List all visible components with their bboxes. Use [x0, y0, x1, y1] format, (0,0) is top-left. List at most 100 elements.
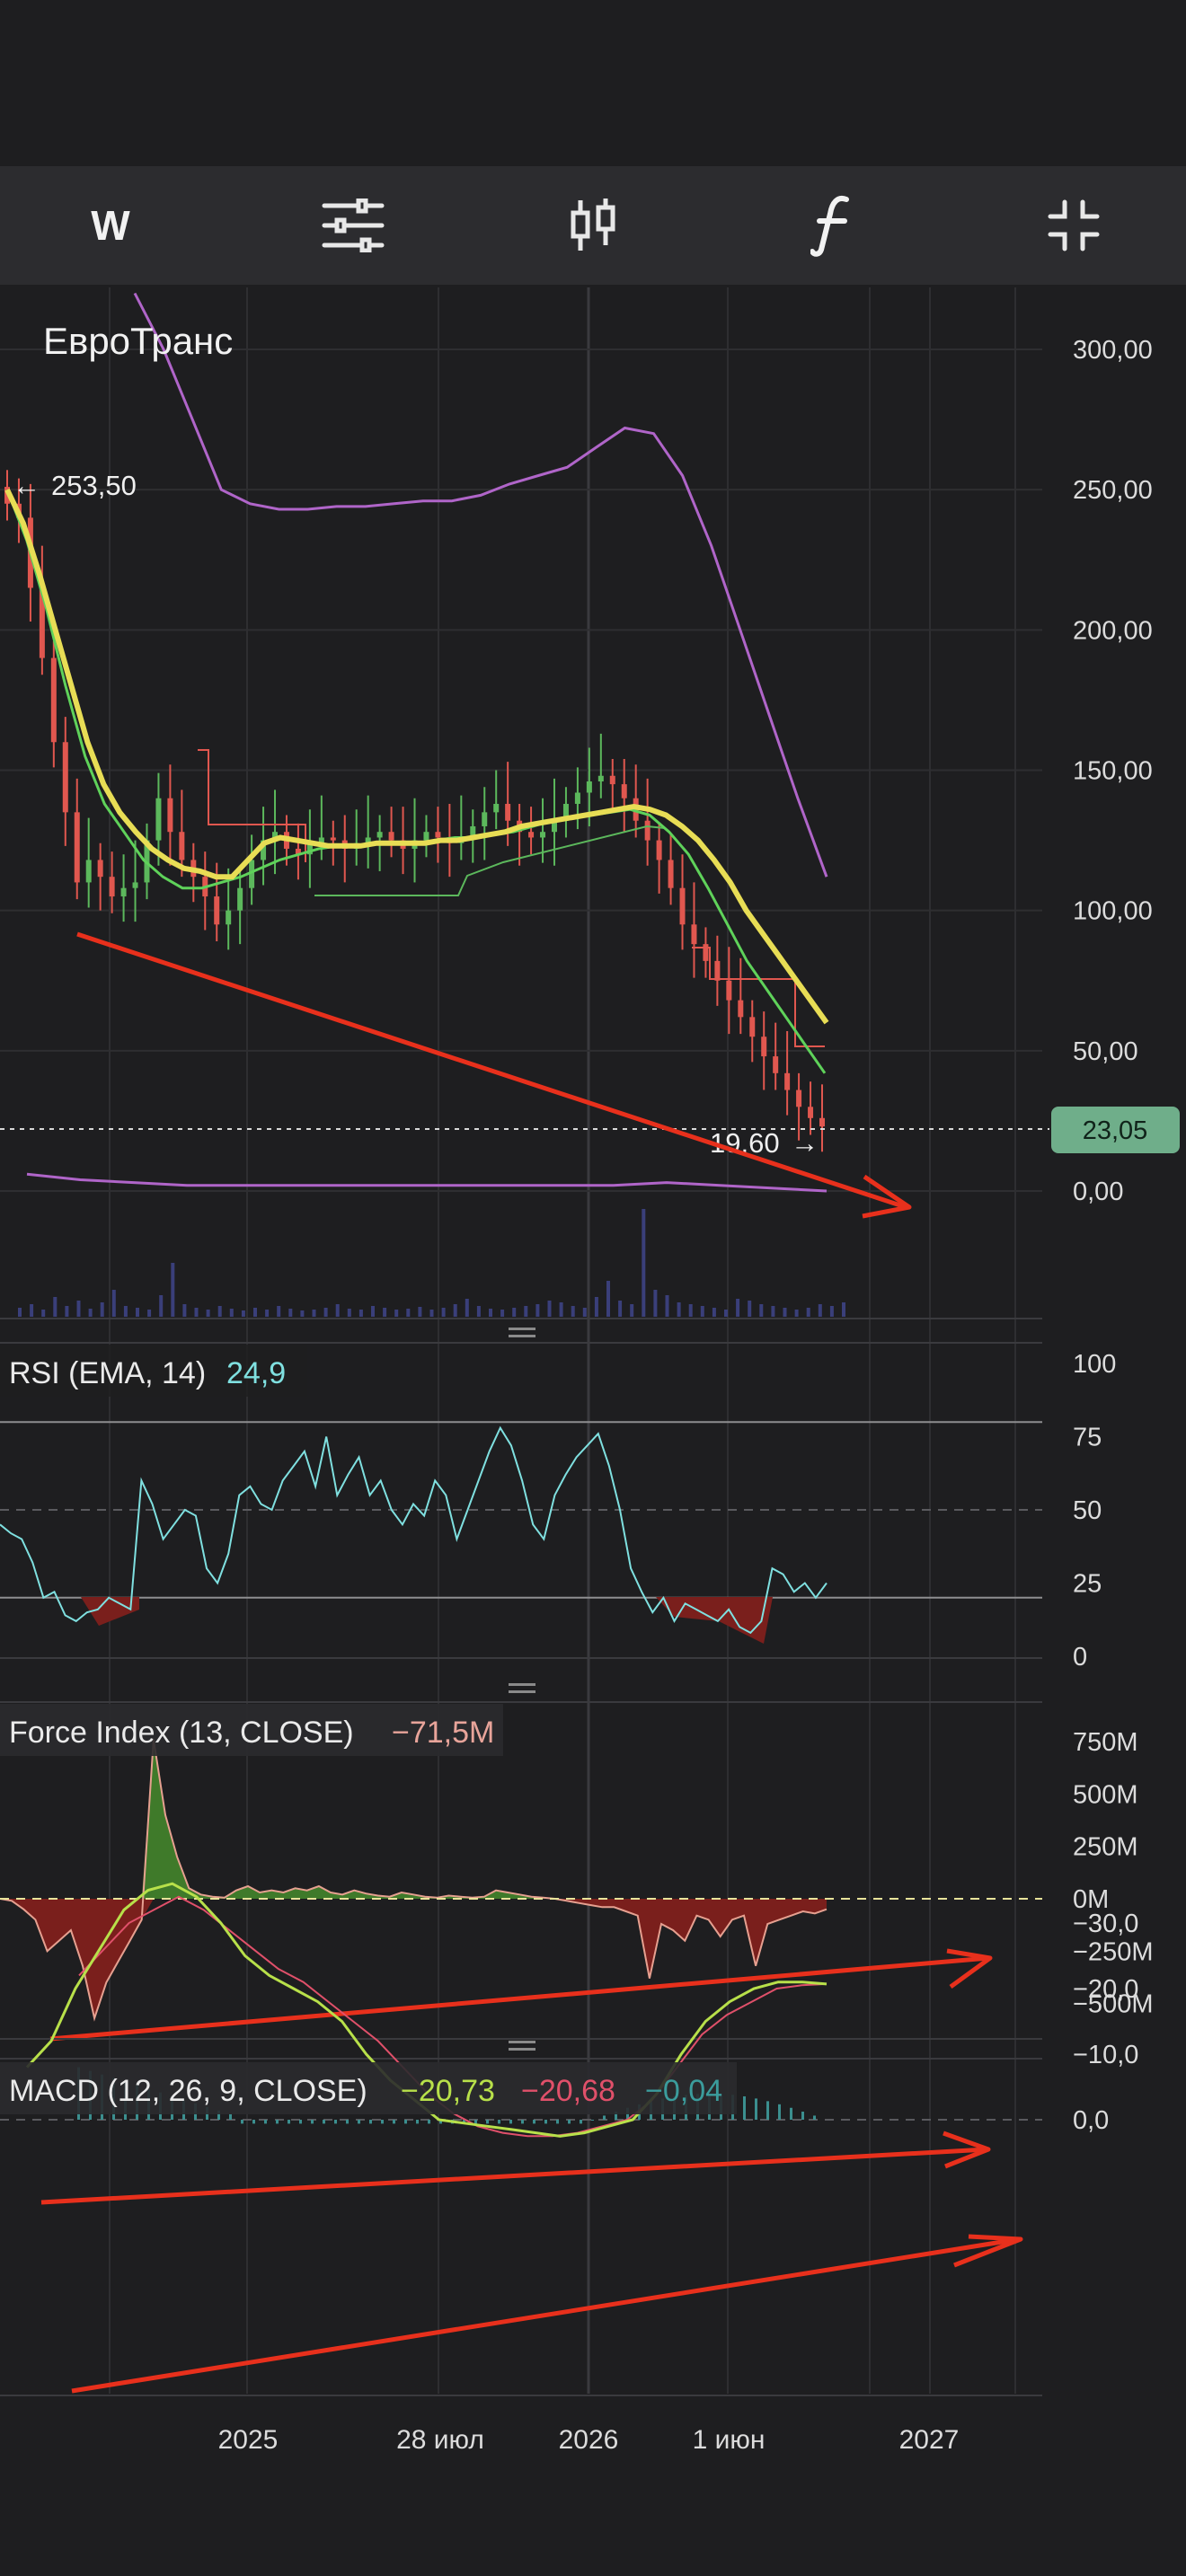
volume-bar — [323, 1308, 328, 1317]
volume-bar — [241, 1310, 245, 1317]
candle — [703, 927, 709, 978]
macd-histogram-value: −0,04 — [645, 2074, 722, 2108]
force-value: −71,5M — [392, 1716, 494, 1750]
volume-bar — [818, 1304, 822, 1317]
volume-bar — [136, 1308, 139, 1317]
volume-bar — [688, 1304, 693, 1317]
candle — [435, 807, 441, 863]
fullscreen-toggle-button[interactable] — [1015, 166, 1132, 285]
candle-body — [714, 960, 721, 981]
price-axis-tick: 150,00 — [1073, 757, 1153, 786]
candle — [691, 882, 697, 978]
price-axis-tick: 100,00 — [1073, 897, 1153, 926]
indicators-icon — [810, 196, 849, 257]
x-axis-tick: 2026 — [559, 2425, 619, 2455]
macd-histogram-bar — [299, 2120, 302, 2124]
volume-bar — [441, 1308, 446, 1317]
volume-bar — [829, 1306, 834, 1317]
candle-body — [214, 896, 220, 925]
macd-axis-tick: −20,0 — [1073, 1975, 1138, 2004]
volume-bar — [288, 1309, 293, 1317]
interval-button[interactable]: W — [52, 166, 169, 285]
volume-bar — [159, 1295, 164, 1317]
chart-area[interactable]: 300,00 250,00 200,00 150,00 100,00 50,00 0,00 2… — [0, 285, 1186, 2576]
macd-histogram-bar — [486, 2120, 489, 2124]
candle — [62, 717, 68, 846]
candle — [574, 767, 580, 830]
candle-body — [540, 832, 546, 838]
candle — [482, 787, 488, 860]
force-axis-tick: −250M — [1073, 1937, 1153, 1966]
volume-bar — [453, 1304, 457, 1317]
volume-bar — [547, 1301, 552, 1317]
volume-bar — [489, 1309, 492, 1317]
chart-toolbar: W — [0, 166, 1186, 285]
chart-canvas[interactable]: 300,00250,00200,00150,00100,0050,000,002… — [0, 285, 1186, 2576]
volume-bar — [842, 1302, 845, 1317]
volume-bar — [429, 1310, 434, 1317]
price-axis-tick: 250,00 — [1073, 476, 1153, 505]
settings-sliders-icon — [322, 198, 385, 252]
candle — [412, 798, 418, 883]
macd-histogram-bar — [556, 2120, 559, 2124]
macd-histogram-bar — [755, 2098, 757, 2120]
candle — [318, 795, 324, 860]
volume-bar — [794, 1310, 799, 1317]
candle — [85, 817, 92, 908]
candle-body — [237, 887, 243, 911]
volume-bar — [394, 1310, 399, 1317]
candle-body — [773, 1056, 779, 1073]
macd-histogram-bar — [603, 2115, 606, 2120]
candle-body — [796, 1090, 802, 1107]
macd-histogram-bar — [521, 2120, 524, 2124]
price-axis-tick: 300,00 — [1073, 336, 1153, 365]
volume-bar — [383, 1308, 387, 1317]
chart-type-button[interactable] — [535, 166, 651, 285]
candle-body — [388, 832, 394, 841]
pane-resize-handle — [509, 2041, 535, 2043]
volume-bar — [406, 1309, 411, 1317]
volume-bar — [53, 1297, 58, 1317]
candles-icon — [571, 198, 615, 251]
candle-body — [132, 882, 138, 888]
candle — [517, 803, 523, 866]
volume-bar — [783, 1308, 787, 1317]
x-axis-tick: 28 июл — [396, 2425, 484, 2455]
candle — [784, 1030, 791, 1116]
volume-bar — [65, 1306, 69, 1317]
x-axis-tick: 2025 — [218, 2425, 279, 2455]
force-line — [0, 1739, 828, 2022]
indicators-button[interactable] — [774, 166, 891, 285]
volume-bar — [759, 1304, 764, 1317]
macd-axis-tick: −10,0 — [1073, 2041, 1138, 2069]
volume-bar — [630, 1304, 634, 1317]
candle — [423, 815, 429, 858]
candle — [773, 1022, 779, 1090]
candle-body — [330, 837, 336, 841]
candle-body — [493, 803, 500, 813]
candle-body — [423, 832, 429, 841]
volume-bar — [500, 1310, 505, 1317]
macd-histogram-bar — [591, 2120, 594, 2121]
macd-histogram-bar — [323, 2120, 325, 2124]
volume-bar — [300, 1310, 305, 1317]
candle-body — [120, 887, 127, 897]
candle — [597, 733, 604, 798]
candle-body — [738, 1000, 744, 1018]
pane-resize-handle — [509, 2048, 535, 2051]
trend-arrowhead-macd-lower — [953, 2234, 1023, 2268]
pane-resize-handle — [509, 1335, 535, 1337]
candle — [249, 834, 255, 905]
candle-body — [621, 784, 627, 798]
candle-body — [74, 812, 80, 883]
candle — [738, 957, 744, 1035]
volume-bar — [206, 1310, 210, 1317]
macd-label: MACD (12, 26, 9, CLOSE) — [9, 2074, 367, 2108]
candle-body — [505, 803, 511, 821]
chart-settings-button[interactable] — [295, 166, 412, 285]
candle-body — [609, 775, 615, 785]
rsi-axis-tick: 100 — [1073, 1350, 1116, 1379]
last-price-value: 23,05 — [1083, 1116, 1148, 1145]
candle — [306, 809, 313, 888]
volume-bar — [653, 1290, 658, 1317]
